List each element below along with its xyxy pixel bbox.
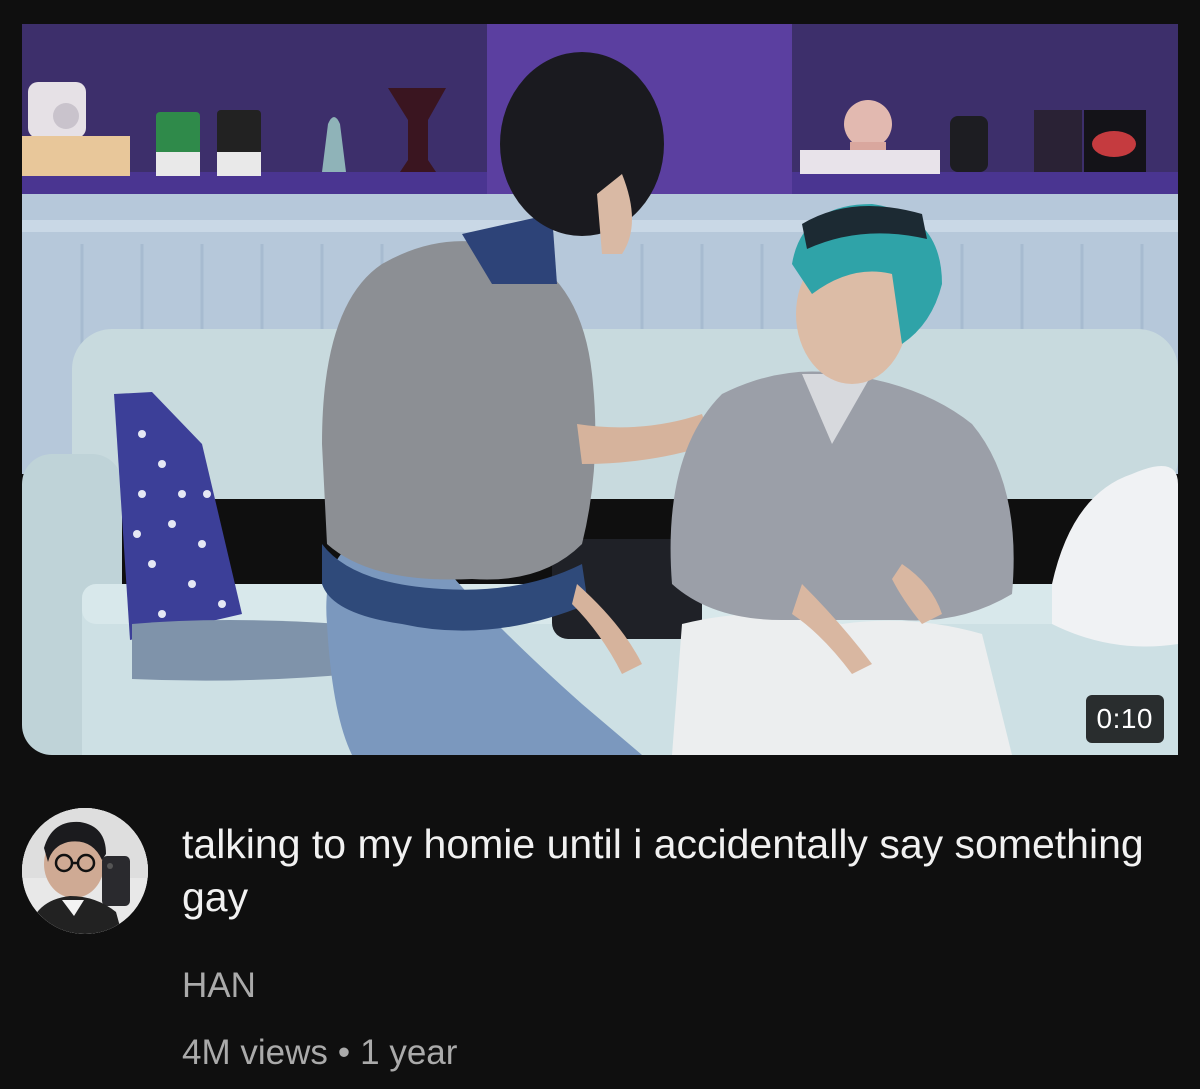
- video-thumbnail[interactable]: 0:10: [22, 24, 1178, 755]
- channel-name[interactable]: HAN: [182, 966, 1172, 1006]
- video-details: talking to my homie until i accidentally…: [22, 808, 1178, 1078]
- duration-badge: 0:10: [1085, 695, 1164, 743]
- view-count: 4M views: [182, 1033, 328, 1072]
- separator-dot: •: [337, 1033, 351, 1072]
- thumbnail-image: [22, 24, 1178, 755]
- channel-avatar[interactable]: [22, 808, 148, 934]
- avatar-image: [22, 808, 148, 934]
- video-text: talking to my homie until i accidentally…: [182, 818, 1172, 1073]
- video-card: 0:10 talking to my homie until i acciden…: [0, 0, 1200, 1089]
- video-stats: 4M views • 1 year: [182, 1033, 1172, 1073]
- upload-age: 1 year: [360, 1033, 458, 1072]
- video-title[interactable]: talking to my homie until i accidentally…: [182, 818, 1172, 924]
